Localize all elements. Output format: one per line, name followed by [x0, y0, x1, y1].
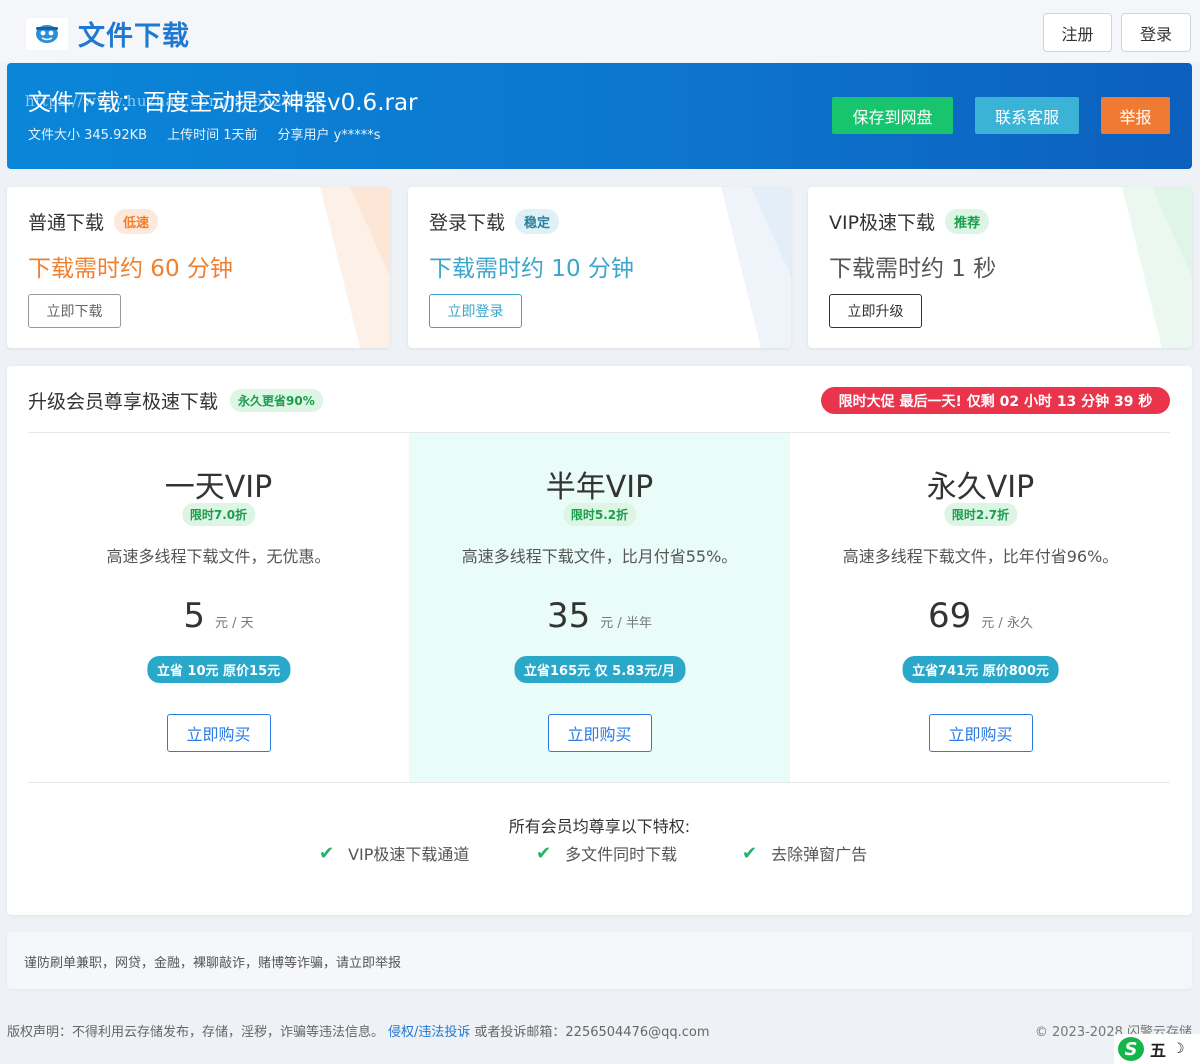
buy-lifetime-vip-button[interactable]: 立即购买 — [928, 714, 1033, 752]
privileges-title: 所有会员均尊享以下特权: — [508, 817, 691, 836]
check-icon: ✔ — [319, 842, 335, 864]
ime-logo-icon[interactable]: S — [1118, 1037, 1144, 1061]
vip-section-title: 升级会员尊享极速下载 永久更省90% — [28, 387, 323, 414]
vip-save-tag: 永久更省90% — [230, 389, 323, 412]
upload-time: 上传时间 1天前 — [167, 128, 258, 143]
file-banner: 文件下载：百度主动提交神器v0.6.rar https://www.huzhan… — [7, 63, 1192, 169]
recommend-tag: 推荐 — [945, 209, 990, 234]
card-decoration — [320, 187, 390, 348]
fraud-notice: 谨防刷单兼职，网贷，金融，裸聊敲诈，赌博等诈骗，请立即举报 — [7, 932, 1192, 989]
upgrade-now-button[interactable]: 立即升级 — [829, 294, 922, 328]
plan-price: 35 元 / 半年 — [409, 596, 790, 636]
save-to-disk-button[interactable]: 保存到网盘 — [832, 97, 953, 134]
register-button[interactable]: 注册 — [1043, 13, 1112, 52]
moon-icon[interactable]: ☽ — [1172, 1041, 1185, 1057]
contact-support-button[interactable]: 联系客服 — [975, 97, 1079, 134]
file-size: 文件大小 345.92KB — [28, 128, 148, 143]
price-unit: 元 / 永久 — [981, 616, 1033, 631]
check-icon: ✔ — [742, 842, 758, 864]
login-now-button[interactable]: 立即登录 — [429, 294, 522, 328]
plan-discount: 限时2.7折 — [943, 503, 1018, 526]
plan-name: 一天VIP — [164, 470, 273, 505]
ime-mode-indicator[interactable]: 五 — [1150, 1037, 1166, 1061]
normal-download-title: 普通下载 低速 — [28, 208, 159, 235]
privilege-item: ✔ 去除弹窗广告 — [742, 842, 868, 865]
divider — [28, 782, 1170, 783]
normal-download-time: 下载需时约 60 分钟 — [28, 256, 233, 282]
report-button[interactable]: 举报 — [1101, 97, 1170, 134]
plan-discount: 限时5.2折 — [562, 503, 637, 526]
login-download-title: 登录下载 稳定 — [429, 208, 560, 235]
plan-discount: 限时7.0折 — [181, 503, 256, 526]
share-user: 分享用户 y*****s — [277, 128, 381, 143]
slow-tag: 低速 — [114, 209, 159, 234]
plan-description: 高速多线程下载文件，无优惠。 — [106, 547, 331, 566]
card-decoration — [1122, 187, 1192, 348]
logo-text: 文件下载 — [78, 21, 190, 52]
plan-lifetime: 永久VIP 限时2.7折 高速多线程下载文件，比年付省96%。 69 元 / 永久… — [790, 433, 1171, 782]
buy-half-year-vip-button[interactable]: 立即购买 — [547, 714, 652, 752]
plan-name: 永久VIP — [926, 470, 1035, 505]
plan-day: 一天VIP 限时7.0折 高速多线程下载文件，无优惠。 5 元 / 天 立省 10… — [28, 433, 409, 782]
privilege-item: ✔ 多文件同时下载 — [536, 842, 678, 865]
price-value: 35 — [547, 596, 591, 636]
plan-description: 高速多线程下载文件，比年付省96%。 — [842, 547, 1119, 566]
plan-price: 69 元 / 永久 — [790, 596, 1171, 636]
file-meta: 文件大小 345.92KB 上传时间 1天前 分享用户 y*****s — [28, 124, 381, 143]
buy-day-vip-button[interactable]: 立即购买 — [166, 714, 271, 752]
check-icon: ✔ — [536, 842, 552, 864]
price-unit: 元 / 半年 — [600, 616, 652, 631]
price-value: 69 — [928, 596, 972, 636]
price-value: 5 — [183, 596, 205, 636]
login-download-card: 登录下载 稳定 下载需时约 10 分钟 立即登录 — [408, 187, 791, 348]
login-download-time: 下载需时约 10 分钟 — [429, 256, 634, 282]
plan-price: 5 元 / 天 — [28, 596, 409, 636]
promo-countdown-badge: 限时大促 最后一天! 仅剩 02 小时 13 分钟 39 秒 — [821, 387, 1170, 414]
price-unit: 元 / 天 — [214, 616, 254, 631]
footer-copyright: 版权声明：不得利用云存储发布，存储，淫秽，诈骗等违法信息。 侵权/违法投诉 或者投诉… — [7, 1025, 710, 1040]
plan-savings-badge: 立省 10元 原价15元 — [146, 656, 291, 683]
vip-download-time: 下载需时约 1 秒 — [829, 256, 997, 282]
privilege-item: ✔ VIP极速下载通道 — [319, 842, 470, 865]
download-now-button[interactable]: 立即下载 — [28, 294, 121, 328]
plan-half-year: 半年VIP 限时5.2折 高速多线程下载文件，比月付省55%。 35 元 / 半年… — [409, 433, 790, 782]
vip-download-title: VIP极速下载 推荐 — [829, 208, 990, 235]
plan-name: 半年VIP — [545, 470, 654, 505]
card-decoration — [721, 187, 791, 348]
plan-savings-badge: 立省165元 仅 5.83元/月 — [513, 656, 686, 683]
fraud-notice-text: 谨防刷单兼职，网贷，金融，裸聊敲诈，赌博等诈骗，请立即举报 — [24, 956, 402, 971]
privileges-list: ✔ VIP极速下载通道 ✔ 多文件同时下载 ✔ 去除弹窗广告 — [319, 841, 867, 865]
watermark-url: https://www.huzhan.com/ishop26271 — [25, 92, 323, 110]
logo[interactable]: 文件下载 — [26, 14, 190, 53]
top-bar: 文件下载 注册 登录 — [0, 0, 1200, 62]
ime-toolbar[interactable]: S 五 ☽ — [1114, 1034, 1200, 1064]
login-button[interactable]: 登录 — [1121, 13, 1191, 52]
plan-savings-badge: 立省741元 原价800元 — [902, 656, 1059, 683]
stable-tag: 稳定 — [515, 209, 560, 234]
plan-description: 高速多线程下载文件，比月付省55%。 — [461, 547, 738, 566]
normal-download-card: 普通下载 低速 下载需时约 60 分钟 立即下载 — [7, 187, 390, 348]
report-infringement-link[interactable]: 侵权/违法投诉 — [388, 1025, 470, 1040]
vip-download-card: VIP极速下载 推荐 下载需时约 1 秒 立即升级 — [808, 187, 1192, 348]
logo-icon — [26, 17, 68, 50]
vip-panel: 升级会员尊享极速下载 永久更省90% 限时大促 最后一天! 仅剩 02 小时 1… — [7, 366, 1192, 915]
